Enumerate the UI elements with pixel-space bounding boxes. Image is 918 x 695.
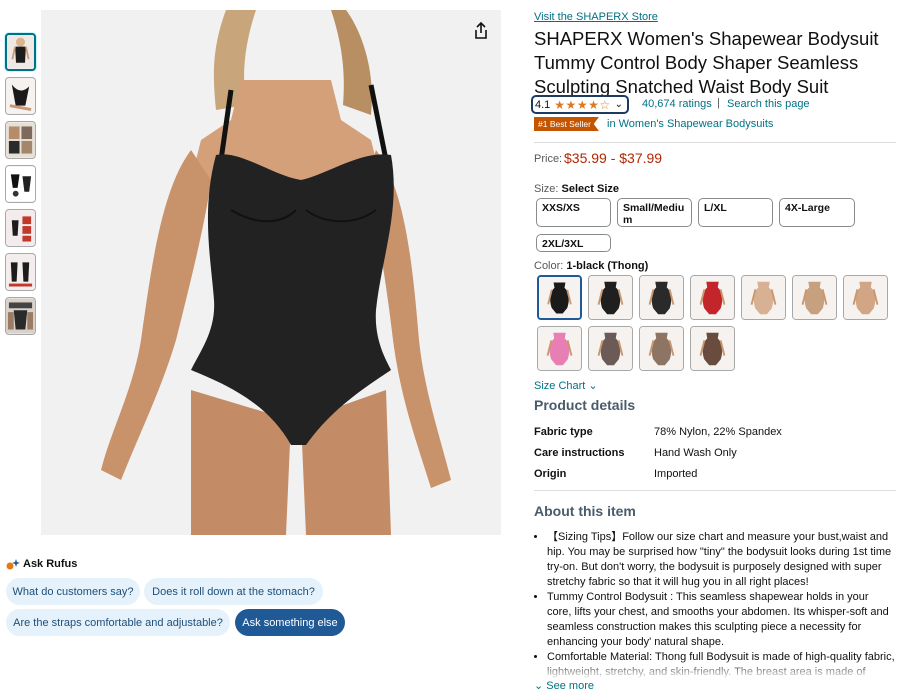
share-icon[interactable] <box>470 20 492 42</box>
thumbnail-7[interactable] <box>5 297 36 335</box>
color-swatch[interactable] <box>792 275 837 320</box>
divider <box>534 142 896 143</box>
about-bullet: 【Sizing Tips】Follow our size chart and m… <box>547 530 896 590</box>
store-link[interactable]: Visit the SHAPERX Store <box>534 11 658 23</box>
size-option-4x-large[interactable]: 4X-Large <box>779 198 855 227</box>
separator: | <box>717 97 720 109</box>
rating-dropdown[interactable]: 4.1 ★★★★☆ ⌄ <box>531 95 629 114</box>
text-fade <box>534 660 896 680</box>
star-rating-icon: ★★★★☆ <box>554 97 611 112</box>
rufus-chip-straps[interactable]: Are the straps comfortable and adjustabl… <box>6 609 230 636</box>
detail-value: Hand Wash Only <box>654 447 737 459</box>
price-label: Price: <box>534 153 563 165</box>
ask-rufus-label: Ask Rufus <box>23 558 78 570</box>
color-swatch[interactable] <box>639 275 684 320</box>
color-swatch[interactable] <box>639 326 684 371</box>
thumbnail-4[interactable] <box>5 165 36 203</box>
size-label: Size: Select Size <box>534 183 620 195</box>
color-swatch[interactable] <box>741 275 786 320</box>
price-value: $35.99 - $37.99 <box>564 150 663 166</box>
best-seller-category-link[interactable]: in Women's Shapewear Bodysuits <box>607 118 773 130</box>
thumbnail-5[interactable] <box>5 209 36 247</box>
best-seller-badge: #1 Best Seller <box>534 117 599 131</box>
color-swatch[interactable] <box>690 275 735 320</box>
chevron-down-icon: ⌄ <box>614 99 623 110</box>
rufus-chip-roll-down[interactable]: Does it roll down at the stomach? <box>144 578 323 605</box>
chevron-down-icon: ⌄ <box>534 680 544 692</box>
color-swatch[interactable] <box>588 275 633 320</box>
thumbnail-6[interactable] <box>5 253 36 291</box>
color-swatch[interactable] <box>588 326 633 371</box>
color-selected: 1-black (Thong) <box>566 260 649 272</box>
about-heading: About this item <box>534 503 636 519</box>
chevron-down-icon: ⌄ <box>588 380 598 392</box>
detail-value: 78% Nylon, 22% Spandex <box>654 426 782 438</box>
size-option-xxs-xs[interactable]: XXS/XS <box>536 198 611 227</box>
detail-value: Imported <box>654 468 698 480</box>
color-swatch[interactable] <box>537 275 582 320</box>
color-swatch[interactable] <box>690 326 735 371</box>
rufus-sparkle-icon <box>6 558 20 570</box>
ask-rufus-header: Ask Rufus <box>6 558 77 570</box>
size-chart-link[interactable]: Size Chart ⌄ <box>534 379 598 392</box>
divider <box>534 490 896 491</box>
detail-key: Fabric type <box>534 426 593 438</box>
thumbnail-1[interactable] <box>5 33 36 71</box>
rufus-chip-customers-say[interactable]: What do customers say? <box>6 578 140 605</box>
main-product-image[interactable] <box>41 10 501 535</box>
ask-something-else-button[interactable]: Ask something else <box>235 609 345 636</box>
detail-key: Care instructions <box>534 447 625 459</box>
size-selected: Select Size <box>561 183 620 195</box>
ratings-count-link[interactable]: 40,674 ratings <box>642 98 712 110</box>
see-more-link[interactable]: ⌄ See more <box>534 679 594 692</box>
color-label: Color: 1-black (Thong) <box>534 260 649 272</box>
rating-value: 4.1 <box>535 98 551 111</box>
about-bullets: 【Sizing Tips】Follow our size chart and m… <box>534 530 896 680</box>
color-swatch[interactable] <box>843 275 888 320</box>
product-details-heading: Product details <box>534 397 636 413</box>
about-bullet: Tummy Control Bodysuit : This seamless s… <box>547 590 896 650</box>
product-title: SHAPERX Women's Shapewear Bodysuit Tummy… <box>534 28 879 97</box>
size-option-small-medium[interactable]: Small/Mediu m <box>617 198 692 227</box>
thumbnail-3[interactable] <box>5 121 36 159</box>
thumbnail-strip <box>5 33 37 341</box>
thumbnail-2[interactable] <box>5 77 36 115</box>
size-option-2xl-3xl[interactable]: 2XL/3XL <box>536 234 611 252</box>
color-swatch[interactable] <box>537 326 582 371</box>
size-option-l-xl[interactable]: L/XL <box>698 198 773 227</box>
search-this-page-link[interactable]: Search this page <box>727 98 810 110</box>
detail-key: Origin <box>534 468 567 480</box>
